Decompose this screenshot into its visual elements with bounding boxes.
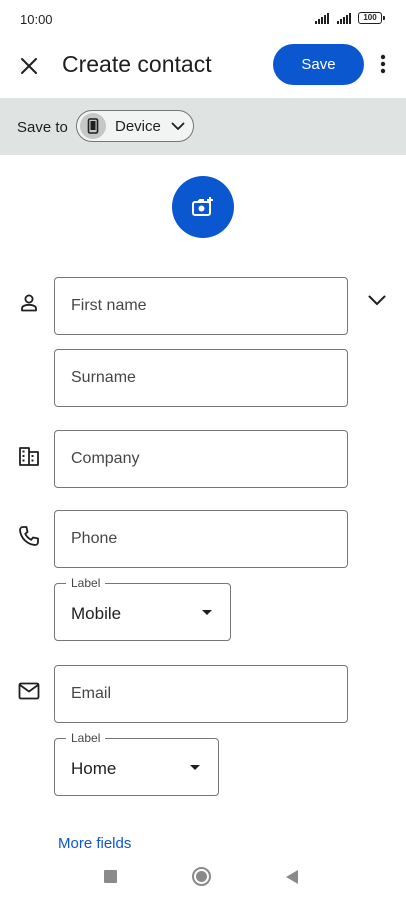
person-icon	[17, 291, 41, 315]
email-input[interactable]	[55, 666, 347, 722]
page-title: Create contact	[62, 51, 212, 77]
add-photo-button[interactable]	[172, 176, 234, 238]
expand-name-button[interactable]	[364, 287, 390, 313]
chevron-down-icon	[368, 295, 386, 305]
email-label-select[interactable]: Label Home	[54, 731, 219, 796]
phone-label-select[interactable]: Label Mobile	[54, 576, 231, 641]
back-icon[interactable]	[286, 870, 298, 884]
surname-input[interactable]	[55, 350, 347, 406]
account-selector-chip[interactable]: Device	[76, 110, 194, 142]
email-icon	[17, 679, 41, 703]
signal-icon	[337, 12, 351, 24]
battery-level: 100	[363, 13, 377, 22]
phone-field[interactable]	[54, 510, 348, 568]
company-field[interactable]	[54, 430, 348, 488]
chevron-down-icon	[171, 122, 185, 131]
add-photo-icon	[192, 197, 213, 216]
first-name-field[interactable]	[54, 277, 348, 335]
more-fields-link[interactable]: More fields	[58, 835, 131, 852]
save-to-label: Save to	[17, 119, 68, 136]
company-input[interactable]	[55, 431, 347, 487]
surname-field[interactable]	[54, 349, 348, 407]
account-label: Device	[115, 117, 161, 135]
business-icon	[17, 444, 41, 468]
system-nav-bar	[0, 858, 406, 898]
dropdown-arrow-icon	[190, 765, 200, 770]
email-label-value: Home	[71, 759, 117, 778]
email-label-caption: Label	[66, 731, 106, 745]
phone-device-icon	[80, 113, 106, 139]
save-to-bar: Save to Device	[0, 98, 406, 155]
save-button[interactable]: Save	[273, 44, 364, 85]
phone-input[interactable]	[55, 511, 347, 567]
status-time: 10:00	[20, 12, 53, 27]
close-button[interactable]	[13, 50, 45, 82]
email-field[interactable]	[54, 665, 348, 723]
app-bar: Create contact Save	[0, 40, 406, 96]
more-vert-icon	[380, 54, 386, 74]
more-options-button[interactable]	[372, 50, 394, 78]
phone-label-value: Mobile	[71, 604, 122, 623]
status-bar: 10:00 100	[0, 0, 406, 40]
signal-icon	[315, 12, 329, 24]
recents-icon[interactable]	[104, 870, 117, 883]
first-name-input[interactable]	[55, 278, 347, 334]
status-icons: 100	[315, 12, 385, 24]
home-icon[interactable]	[192, 867, 211, 886]
dropdown-arrow-icon	[202, 610, 212, 615]
close-icon	[21, 58, 37, 74]
phone-label-caption: Label	[66, 576, 106, 590]
battery-icon: 100	[358, 12, 385, 24]
phone-icon	[17, 524, 41, 548]
